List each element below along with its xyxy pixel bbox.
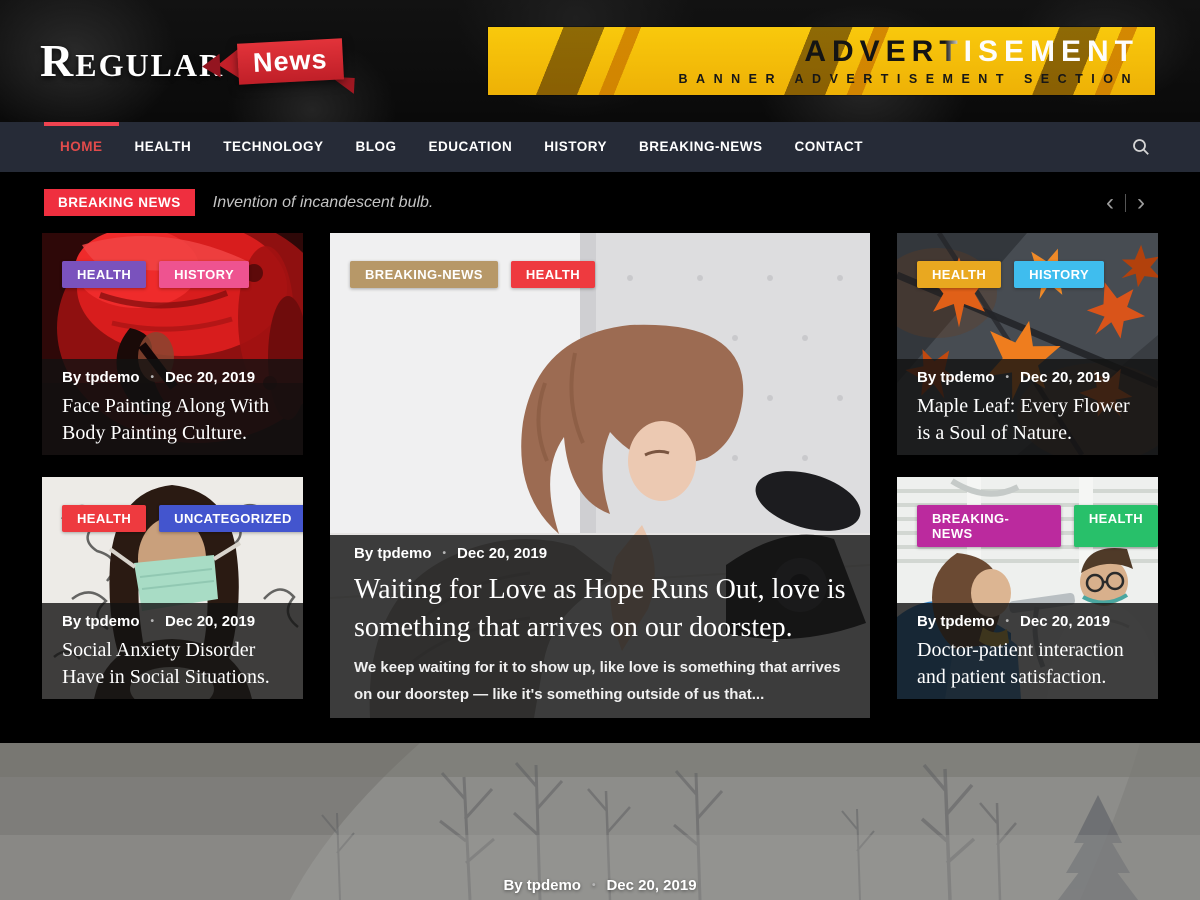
category-badge[interactable]: UNCATEGORIZED	[159, 505, 303, 532]
category-badge[interactable]: HEALTH	[511, 261, 595, 288]
post-meta: By tpdemo • Dec 20, 2019	[0, 877, 1200, 894]
meta-separator: •	[1006, 372, 1010, 383]
flag-triangle-icon	[202, 53, 221, 78]
post-overlay: By tpdemo • Dec 20, 2019 Doctor-patient …	[897, 603, 1158, 699]
meta-separator: •	[151, 372, 155, 383]
post-date: Dec 20, 2019	[1020, 369, 1110, 386]
ad-banner-subtitle: BANNER ADVERTISEMENT SECTION	[679, 72, 1139, 86]
fog-post-section[interactable]: By tpdemo • Dec 20, 2019	[0, 743, 1200, 900]
nav-item-technology[interactable]: TECHNOLOGY	[207, 122, 339, 172]
category-badge[interactable]: HEALTH	[1074, 505, 1158, 547]
post-byline[interactable]: By tpdemo	[62, 369, 140, 386]
ticker-controls: ‹ ›	[1095, 191, 1156, 215]
category-badge[interactable]: HEALTH	[62, 505, 146, 532]
meta-separator: •	[443, 548, 447, 559]
category-badge[interactable]: BREAKING-NEWS	[350, 261, 498, 288]
ad-banner-title: ADVERTISEMENT	[804, 37, 1139, 67]
chevron-left-icon[interactable]: ‹	[1095, 191, 1125, 215]
post-overlay: By tpdemo • Dec 20, 2019 Face Painting A…	[42, 359, 303, 455]
post-excerpt: We keep waiting for it to show up, like …	[354, 654, 846, 708]
category-badge[interactable]: HEALTH	[917, 261, 1001, 288]
post-overlay: By tpdemo • Dec 20, 2019 Maple Leaf: Eve…	[897, 359, 1158, 455]
breaking-news-ticker: BREAKING NEWS Invention of incandescent …	[0, 172, 1200, 233]
post-date: Dec 20, 2019	[165, 369, 255, 386]
post-date: Dec 20, 2019	[1020, 613, 1110, 630]
meta-separator: •	[151, 616, 155, 627]
nav-item-contact[interactable]: CONTACT	[779, 122, 880, 172]
right-column: HEALTH HISTORY By tpdemo • Dec 20, 2019 …	[897, 233, 1158, 718]
ticker-headline[interactable]: Invention of incandescent bulb.	[213, 194, 434, 212]
ticker-badge: BREAKING NEWS	[44, 189, 195, 216]
post-overlay: By tpdemo • Dec 20, 2019 Waiting for Lov…	[330, 535, 870, 718]
ad-banner[interactable]: ADVERTISEMENT BANNER ADVERTISEMENT SECTI…	[488, 27, 1155, 95]
category-badges: BREAKING-NEWS HEALTH	[350, 261, 595, 288]
post-date: Dec 20, 2019	[165, 613, 255, 630]
post-title[interactable]: Face Painting Along With Body Painting C…	[62, 393, 283, 447]
search-icon	[1132, 138, 1150, 156]
nav-item-blog[interactable]: BLOG	[340, 122, 413, 172]
chevron-right-icon[interactable]: ›	[1126, 191, 1156, 215]
post-title[interactable]: Maple Leaf: Every Flower is a Soul of Na…	[917, 393, 1138, 447]
post-byline[interactable]: By tpdemo	[917, 613, 995, 630]
category-badges: HEALTH UNCATEGORIZED	[62, 505, 303, 532]
post-meta: By tpdemo • Dec 20, 2019	[62, 613, 283, 630]
nav-item-health[interactable]: HEALTH	[119, 122, 208, 172]
left-column: HEALTH HISTORY By tpdemo • Dec 20, 2019 …	[42, 233, 303, 718]
post-byline[interactable]: By tpdemo	[62, 613, 140, 630]
post-date: Dec 20, 2019	[457, 545, 547, 562]
post-card-face-painting: HEALTH HISTORY By tpdemo • Dec 20, 2019 …	[42, 233, 303, 455]
category-badges: HEALTH HISTORY	[62, 261, 249, 288]
post-meta: By tpdemo • Dec 20, 2019	[917, 613, 1138, 630]
center-column: BREAKING-NEWS HEALTH By tpdemo • Dec 20,…	[330, 233, 870, 718]
category-badge[interactable]: HISTORY	[159, 261, 249, 288]
post-card-doctor-patient: BREAKING-NEWS HEALTH By tpdemo • Dec 20,…	[897, 477, 1158, 699]
search-button[interactable]	[1126, 132, 1156, 162]
nav-item-history[interactable]: HISTORY	[528, 122, 623, 172]
post-overlay: By tpdemo • Dec 20, 2019 Social Anxiety …	[42, 603, 303, 699]
post-card-maple-leaf: HEALTH HISTORY By tpdemo • Dec 20, 2019 …	[897, 233, 1158, 455]
logo-title: Regular	[40, 38, 224, 84]
meta-separator: •	[592, 880, 596, 891]
post-title[interactable]: Doctor-patient interaction and patient s…	[917, 637, 1138, 691]
post-title[interactable]: Waiting for Love as Hope Runs Out, love …	[354, 571, 846, 647]
site-header: Regular News ADVERTISEMENT BANNER ADVERT…	[0, 0, 1200, 122]
meta-separator: •	[1006, 616, 1010, 627]
site-logo[interactable]: Regular News	[40, 38, 343, 84]
post-byline[interactable]: By tpdemo	[503, 877, 581, 894]
category-badge[interactable]: HISTORY	[1014, 261, 1104, 288]
category-badge[interactable]: BREAKING-NEWS	[917, 505, 1061, 547]
post-card-social-anxiety: HEALTH UNCATEGORIZED By tpdemo • Dec 20,…	[42, 477, 303, 699]
post-byline[interactable]: By tpdemo	[917, 369, 995, 386]
category-badges: BREAKING-NEWS HEALTH	[917, 505, 1158, 547]
main-nav: HOME HEALTH TECHNOLOGY BLOG EDUCATION HI…	[0, 122, 1200, 172]
nav-item-breaking-news[interactable]: BREAKING-NEWS	[623, 122, 779, 172]
post-meta: By tpdemo • Dec 20, 2019	[62, 369, 283, 386]
post-meta: By tpdemo • Dec 20, 2019	[917, 369, 1138, 386]
logo-news-flag: News	[237, 38, 344, 84]
nav-menu: HOME HEALTH TECHNOLOGY BLOG EDUCATION HI…	[44, 122, 879, 172]
nav-item-home[interactable]: HOME	[44, 122, 119, 172]
post-date: Dec 20, 2019	[606, 877, 696, 894]
post-meta: By tpdemo • Dec 20, 2019	[354, 545, 846, 562]
posts-grid: HEALTH HISTORY By tpdemo • Dec 20, 2019 …	[0, 233, 1200, 718]
logo-badge: News	[237, 38, 344, 84]
nav-item-education[interactable]: EDUCATION	[413, 122, 529, 172]
category-badge[interactable]: HEALTH	[62, 261, 146, 288]
post-byline[interactable]: By tpdemo	[354, 545, 432, 562]
featured-post-card: BREAKING-NEWS HEALTH By tpdemo • Dec 20,…	[330, 233, 870, 718]
post-title[interactable]: Social Anxiety Disorder Have in Social S…	[62, 637, 283, 691]
category-badges: HEALTH HISTORY	[917, 261, 1104, 288]
